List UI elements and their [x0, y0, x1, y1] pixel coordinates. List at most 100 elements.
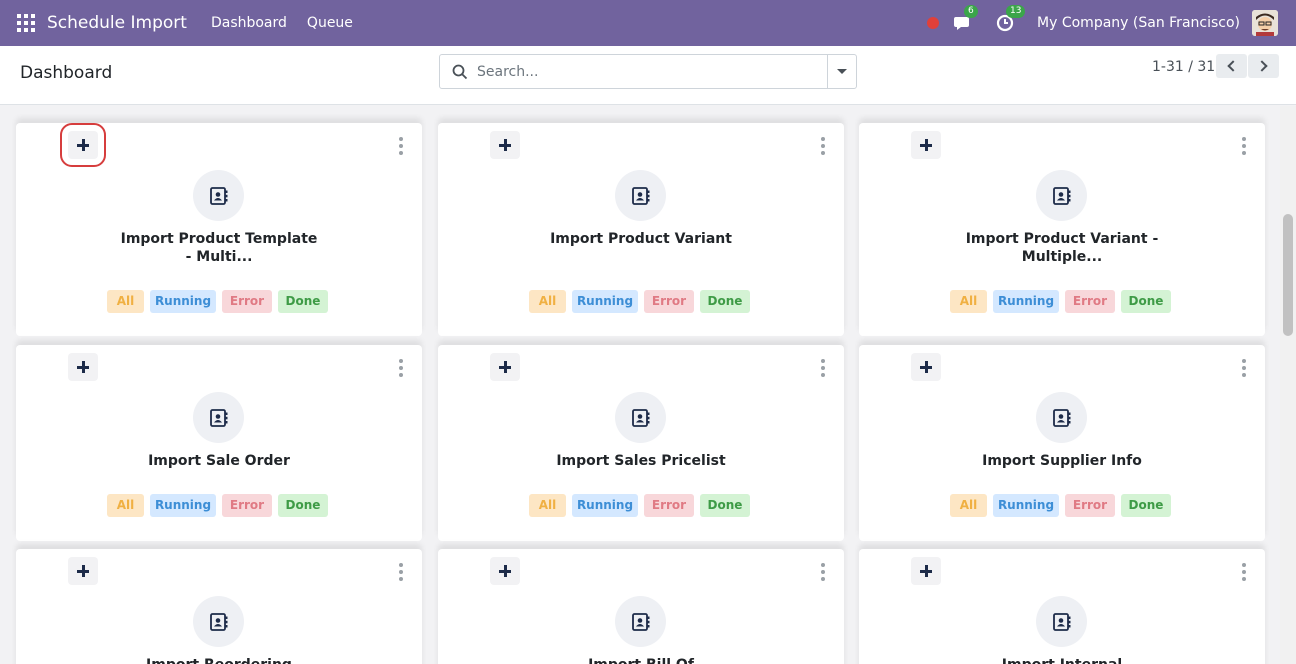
kanban-view: Import Product Template - Multi... All R… [0, 106, 1280, 664]
card-title[interactable]: Import Reordering [119, 656, 319, 664]
card-title[interactable]: Import Product Variant [541, 230, 741, 248]
add-button[interactable] [911, 353, 941, 381]
vertical-scrollbar[interactable] [1280, 106, 1296, 664]
add-button[interactable] [911, 557, 941, 585]
kanban-card[interactable]: Import Sales Pricelist All Running Error… [438, 345, 844, 541]
address-book-icon [1036, 170, 1087, 221]
tag-error[interactable]: Error [644, 494, 694, 517]
kanban-card[interactable]: Import Reordering [16, 549, 422, 664]
kanban-card[interactable]: Import Internal [859, 549, 1265, 664]
app-brand[interactable]: Schedule Import [47, 13, 187, 33]
card-menu-icon[interactable] [1241, 359, 1247, 377]
pager-next-button[interactable] [1248, 54, 1279, 78]
card-menu-icon[interactable] [1241, 563, 1247, 581]
card-menu-icon[interactable] [398, 563, 404, 581]
tag-error[interactable]: Error [1065, 494, 1115, 517]
add-button[interactable] [60, 123, 106, 167]
address-book-icon [193, 596, 244, 647]
main-menu: Dashboard Queue [201, 15, 363, 31]
menu-dashboard[interactable]: Dashboard [201, 15, 297, 31]
activities-systray[interactable]: 13 [995, 5, 1026, 33]
tag-all[interactable]: All [529, 494, 566, 517]
control-panel: Dashboard 1-31 / 31 [0, 46, 1296, 105]
card-menu-icon[interactable] [820, 359, 826, 377]
tag-all[interactable]: All [950, 290, 987, 313]
add-button[interactable] [490, 353, 520, 381]
plus-icon [499, 361, 511, 373]
systray: 6 13 My Company (San Francisco) [927, 0, 1296, 46]
tag-running[interactable]: Running [572, 290, 638, 313]
address-book-icon [193, 170, 244, 221]
card-menu-icon[interactable] [398, 359, 404, 377]
tag-all[interactable]: All [107, 494, 144, 517]
card-title[interactable]: Import Bill Of [541, 656, 741, 664]
tag-error[interactable]: Error [222, 494, 272, 517]
add-button[interactable] [490, 557, 520, 585]
recording-indicator-icon[interactable] [927, 17, 940, 29]
chevron-right-icon [1256, 60, 1268, 72]
tag-done[interactable]: Done [1121, 290, 1171, 313]
add-button[interactable] [490, 131, 520, 159]
tag-running[interactable]: Running [993, 290, 1059, 313]
status-tags: All Running Error Done [529, 290, 756, 313]
card-title[interactable]: Import Product Variant - Multiple... [962, 230, 1162, 266]
plus-icon [920, 361, 932, 373]
kanban-card[interactable]: Import Product Variant - Multiple... All… [859, 123, 1265, 336]
address-book-icon [615, 596, 666, 647]
add-button[interactable] [68, 557, 98, 585]
tag-running[interactable]: Running [150, 290, 216, 313]
kanban-card[interactable]: Import Product Variant All Running Error… [438, 123, 844, 336]
tag-running[interactable]: Running [993, 494, 1059, 517]
address-book-icon [193, 392, 244, 443]
kanban-card[interactable]: Import Product Template - Multi... All R… [16, 123, 422, 336]
card-menu-icon[interactable] [398, 137, 404, 155]
pager-value[interactable]: 1-31 / 31 [1152, 59, 1215, 75]
kanban-card[interactable]: Import Sale Order All Running Error Done [16, 345, 422, 541]
address-book-icon [1036, 392, 1087, 443]
search-input[interactable] [477, 63, 817, 80]
tag-error[interactable]: Error [644, 290, 694, 313]
status-tags: All Running Error Done [529, 494, 756, 517]
tag-all[interactable]: All [529, 290, 566, 313]
tag-done[interactable]: Done [278, 494, 328, 517]
tag-running[interactable]: Running [572, 494, 638, 517]
user-avatar-icon [1252, 10, 1278, 36]
card-menu-icon[interactable] [820, 137, 826, 155]
status-tags: All Running Error Done [107, 494, 334, 517]
kanban-card[interactable]: Import Bill Of [438, 549, 844, 664]
tag-error[interactable]: Error [1065, 290, 1115, 313]
add-button[interactable] [911, 131, 941, 159]
tag-error[interactable]: Error [222, 290, 272, 313]
tag-all[interactable]: All [950, 494, 987, 517]
plus-icon [77, 361, 89, 373]
card-title[interactable]: Import Product Template - Multi... [119, 230, 319, 266]
tag-done[interactable]: Done [1121, 494, 1171, 517]
messages-systray[interactable]: 6 [953, 5, 978, 33]
status-tags: All Running Error Done [950, 290, 1177, 313]
search-bar [439, 54, 857, 89]
tag-done[interactable]: Done [700, 290, 750, 313]
card-title[interactable]: Import Sales Pricelist [541, 452, 741, 470]
add-button[interactable] [68, 353, 98, 381]
scrollbar-thumb[interactable] [1283, 214, 1293, 336]
pager-previous-button[interactable] [1216, 54, 1247, 78]
tag-running[interactable]: Running [150, 494, 216, 517]
company-switcher[interactable]: My Company (San Francisco) [1037, 15, 1240, 31]
address-book-icon [615, 170, 666, 221]
card-title[interactable]: Import Sale Order [119, 452, 319, 470]
apps-menu-icon[interactable] [17, 14, 35, 32]
page-title: Dashboard [20, 63, 113, 83]
card-menu-icon[interactable] [820, 563, 826, 581]
tag-all[interactable]: All [107, 290, 144, 313]
card-menu-icon[interactable] [1241, 137, 1247, 155]
user-avatar[interactable] [1252, 10, 1278, 36]
tag-done[interactable]: Done [278, 290, 328, 313]
plus-icon [920, 139, 932, 151]
address-book-icon [1036, 596, 1087, 647]
kanban-card[interactable]: Import Supplier Info All Running Error D… [859, 345, 1265, 541]
tag-done[interactable]: Done [700, 494, 750, 517]
card-title[interactable]: Import Supplier Info [962, 452, 1162, 470]
search-options-toggle[interactable] [827, 55, 856, 88]
menu-queue[interactable]: Queue [297, 15, 363, 31]
card-title[interactable]: Import Internal [962, 656, 1162, 664]
